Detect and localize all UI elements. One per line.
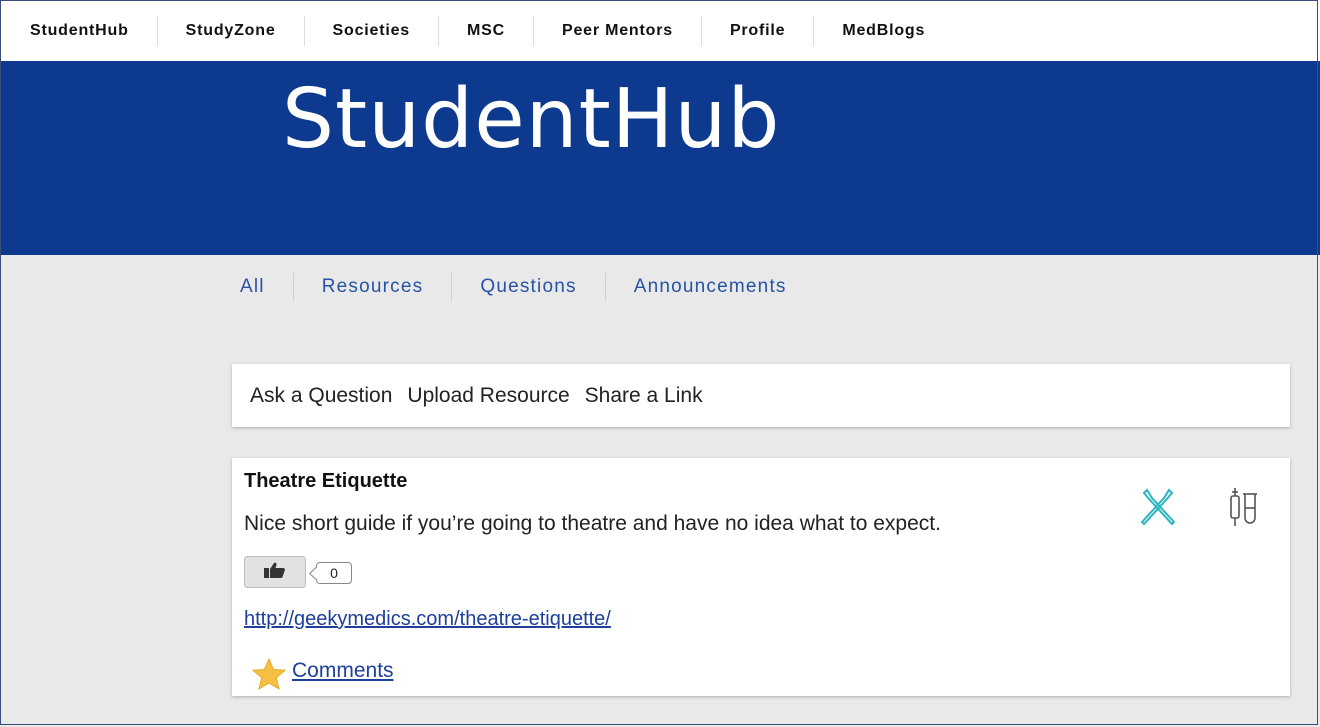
nav-item-msc[interactable]: MSC: [438, 15, 533, 46]
nav-item-profile[interactable]: Profile: [700, 15, 813, 46]
like-count: 0: [316, 562, 352, 584]
tab-questions[interactable]: Questions: [451, 273, 604, 301]
test-tubes-icon: [1226, 486, 1260, 533]
nav-item-studenthub[interactable]: StudentHub: [0, 16, 157, 46]
nav-item-studyzone[interactable]: StudyZone: [156, 15, 304, 46]
site-logo: StudentHub: [282, 72, 781, 167]
nav-item-societies[interactable]: Societies: [303, 15, 438, 46]
upload-resource-button[interactable]: Upload Resource: [407, 384, 569, 408]
tab-all[interactable]: All: [240, 273, 293, 301]
comments-link[interactable]: Comments: [292, 659, 394, 683]
post-description: Nice short guide if you’re going to thea…: [244, 512, 941, 535]
action-bar: Ask a Question Upload Resource Share a L…: [232, 364, 1290, 427]
thumbs-up-icon: [264, 562, 286, 583]
post-card: Theatre Etiquette Nice short guide if yo…: [232, 458, 1290, 696]
post-title: Theatre Etiquette: [244, 470, 408, 492]
tab-resources[interactable]: Resources: [292, 273, 452, 301]
share-link-button[interactable]: Share a Link: [585, 384, 703, 408]
like-button[interactable]: [244, 556, 306, 588]
post-link[interactable]: http://geekymedics.com/theatre-etiquette…: [244, 608, 611, 631]
tab-announcements[interactable]: Announcements: [604, 273, 815, 301]
content-area: All Resources Questions Announcements As…: [0, 255, 1320, 727]
nav-item-medblogs[interactable]: MedBlogs: [813, 15, 953, 46]
hero-banner: StudentHub: [0, 61, 1320, 255]
nav-item-peer-mentors[interactable]: Peer Mentors: [532, 15, 701, 46]
ask-question-button[interactable]: Ask a Question: [250, 384, 392, 408]
filter-tabs: All Resources Questions Announcements: [240, 273, 815, 301]
top-navigation: StudentHub StudyZone Societies MSC Peer …: [0, 0, 1320, 61]
scalpel-icon: [1138, 486, 1178, 531]
star-icon[interactable]: [251, 657, 287, 695]
